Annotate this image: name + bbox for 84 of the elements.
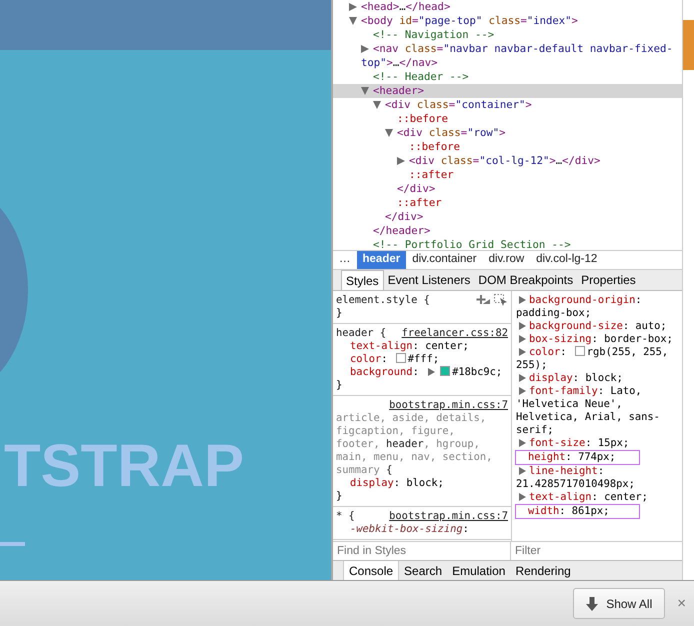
dom-node-line[interactable]: <head>…</head> [333, 0, 682, 14]
color-swatch[interactable] [396, 353, 406, 363]
breadcrumb-item[interactable]: … [333, 251, 356, 269]
source-link[interactable]: bootstrap.min.css:7 [389, 399, 508, 412]
disclosure-triangle-icon[interactable] [349, 17, 357, 26]
drawer-tab[interactable]: Search [399, 561, 448, 580]
dom-node-line[interactable]: <!-- Navigation --> [333, 28, 682, 42]
close-button[interactable]: × [677, 595, 686, 612]
css-property[interactable]: -webkit-box-sizing: [336, 523, 508, 536]
disclosure-triangle-icon[interactable] [361, 45, 369, 54]
disclosure-triangle-icon[interactable] [385, 129, 393, 138]
open-brace: { [424, 294, 430, 306]
disclosure-triangle-icon[interactable] [397, 157, 405, 166]
css-property[interactable]: background: #18bc9c; [336, 366, 508, 379]
computed-property[interactable]: font-family: Lato, 'Helvetica Neue', Helvetica, Arial, sans-serif; [515, 385, 680, 437]
panel-tab[interactable]: Styles [341, 270, 384, 290]
computed-property[interactable]: line-height: 21.4285717010498px; [515, 465, 680, 491]
source-link[interactable]: freelancer.css:82 [402, 327, 508, 340]
selector-text: summary [336, 464, 380, 477]
disclosure-triangle-icon[interactable] [349, 3, 357, 12]
panel-tab[interactable]: Properties [577, 270, 640, 290]
css-property[interactable]: display: block; [336, 477, 508, 490]
dom-node-line[interactable]: ::after [333, 196, 682, 210]
selector-text: article, aside, details, [336, 412, 488, 425]
dom-node-line[interactable]: <body id="page-top" class="index"> [333, 14, 682, 28]
computed-property[interactable]: text-align: center; [515, 491, 680, 504]
show-all-button[interactable]: Show All [573, 588, 666, 619]
selector-text: figcaption, figure, [336, 425, 456, 438]
plus-icon[interactable] [476, 294, 490, 306]
closing-brace: } [336, 490, 344, 503]
breadcrumb-item[interactable]: header [356, 251, 406, 269]
breadcrumb-item[interactable]: div.row [482, 251, 530, 269]
dom-node-line[interactable]: </div> [333, 182, 682, 196]
drawer-tab[interactable]: Emulation [447, 561, 510, 580]
disclosure-triangle-icon[interactable] [361, 87, 369, 96]
expand-triangle-icon[interactable] [519, 467, 526, 476]
breadcrumb-item[interactable]: div.container [406, 251, 483, 269]
css-property[interactable]: text-align: center; [336, 340, 508, 353]
source-link[interactable]: bootstrap.min.css:7 [389, 510, 508, 523]
computed-property[interactable]: height: 774px; [515, 450, 640, 465]
drawer-tab[interactable]: Rendering [510, 561, 576, 580]
selector-text: header [336, 327, 374, 339]
dom-node-line[interactable]: <div class="col-lg-12">…</div> [333, 154, 682, 168]
panel-tab[interactable]: DOM Breakpoints [474, 270, 578, 290]
computed-property[interactable]: display: block; [515, 372, 680, 385]
dom-node-line[interactable]: <div class="container"> [333, 98, 682, 112]
open-brace: { [348, 510, 355, 522]
dom-node-line[interactable]: ::before [333, 140, 682, 154]
dom-node-line[interactable]: <div class="row"> [333, 126, 682, 140]
computed-property[interactable]: color: rgb(255, 255, 255); [515, 346, 680, 372]
closing-brace: } [336, 379, 344, 392]
open-brace: { [380, 327, 386, 339]
open-brace: { [386, 464, 392, 477]
hero-title: TSTRAP [4, 434, 244, 498]
computed-property[interactable]: font-size: 15px; [515, 437, 680, 450]
dom-node-line[interactable]: </header> [333, 224, 682, 238]
color-swatch[interactable] [440, 366, 450, 376]
dom-node-line[interactable]: <!-- Portfolio Grid Section --> [333, 238, 682, 250]
breadcrumb-item[interactable]: div.col-lg-12 [530, 251, 604, 269]
dom-node-line[interactable]: <nav class="navbar navbar-default navbar-fixed-top">…</nav> [333, 42, 682, 70]
computed-property[interactable]: background-size: auto; [515, 320, 680, 333]
download-arrow-icon [586, 596, 598, 610]
selector-text: main, menu, nav, section, [336, 451, 494, 464]
computed-property[interactable]: background-origin: padding-box; [515, 294, 680, 320]
panel-tab[interactable]: Event Listeners [384, 270, 474, 290]
computed-property[interactable]: width: 861px; [515, 504, 640, 519]
computed-property[interactable]: box-sizing: border-box; [515, 333, 680, 346]
disclosure-triangle-icon[interactable] [373, 101, 381, 110]
expand-triangle-icon[interactable] [519, 296, 526, 304]
drawer-tab[interactable]: Console [344, 561, 400, 580]
selector-text: * [336, 510, 342, 522]
dom-node-line[interactable]: <!-- Header --> [333, 70, 682, 84]
closing-brace: } [336, 307, 344, 320]
expand-triangle-icon[interactable] [519, 439, 526, 448]
css-property[interactable]: color: #fff; [336, 353, 508, 366]
element-picker-icon[interactable] [494, 294, 508, 306]
selector-text: element.style [336, 294, 418, 306]
dom-node-line[interactable]: ::after [333, 168, 682, 182]
expand-triangle-icon[interactable] [519, 493, 526, 502]
dom-node-line[interactable]: ::before [333, 112, 682, 126]
selector-text: footer, [336, 438, 381, 451]
selector-text: , hgroup, [424, 438, 481, 451]
selector-text: header [386, 438, 424, 451]
dom-node-line[interactable]: </div> [333, 210, 682, 224]
